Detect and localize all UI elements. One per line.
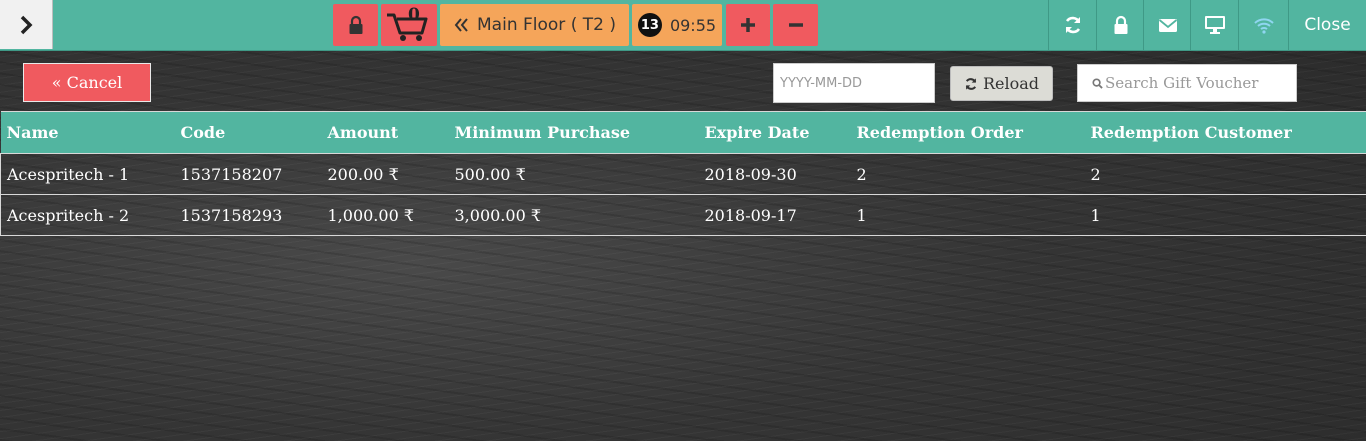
plus-icon: [741, 18, 755, 32]
monitor-icon: [1204, 16, 1225, 34]
refresh-icon: [1065, 16, 1080, 34]
cell-expire-date: 2018-09-30: [698, 153, 851, 195]
cell-redemption-order: 1: [850, 194, 1085, 236]
cell-code: 1537158207: [174, 153, 322, 195]
close-button[interactable]: Close: [1288, 0, 1366, 50]
menu-toggle-button[interactable]: [0, 0, 53, 49]
cancel-button[interactable]: « Cancel: [23, 63, 151, 102]
order-timer: 13 09:55: [632, 4, 722, 46]
column-header-code: Code: [174, 111, 322, 154]
cell-redemption-customer: 2: [1084, 153, 1366, 195]
lock-icon: [349, 15, 362, 34]
date-filter-input[interactable]: [773, 63, 935, 103]
cell-minimum-purchase: 3,000.00 ₹: [448, 194, 699, 236]
wifi-status: [1238, 0, 1288, 50]
search-input[interactable]: [1103, 68, 1288, 98]
column-header-redemption-order: Redemption Order: [850, 111, 1085, 154]
cell-name: Acespritech - 2: [0, 194, 175, 236]
cart-count: 0: [408, 5, 420, 25]
cell-redemption-customer: 1: [1084, 194, 1366, 236]
cell-minimum-purchase: 500.00 ₹: [448, 153, 699, 195]
lock-screen-button[interactable]: [333, 4, 378, 46]
gift-voucher-table: Name Code Amount Minimum Purchase Expire…: [0, 111, 1366, 236]
refresh-icon: [965, 77, 977, 90]
messages-button[interactable]: [1143, 0, 1191, 50]
minus-icon: [788, 23, 803, 27]
envelope-icon: [1158, 19, 1177, 32]
double-chevron-left-icon: [454, 18, 468, 32]
top-toolbar: 0 Main Floor ( T2 ) 13 09:55 Close: [0, 0, 1366, 51]
table-row[interactable]: Acespritech - 1 1537158207 200.00 ₹ 500.…: [0, 153, 1366, 195]
lock-icon: [1114, 15, 1127, 34]
chevron-right-icon: [20, 15, 33, 34]
cell-expire-date: 2018-09-17: [698, 194, 851, 236]
cell-code: 1537158293: [174, 194, 322, 236]
search-gift-voucher[interactable]: [1077, 64, 1297, 102]
remove-order-button[interactable]: [773, 4, 818, 46]
search-icon: [1092, 77, 1103, 89]
column-header-redemption-customer: Redemption Customer: [1084, 111, 1366, 154]
column-header-minimum-purchase: Minimum Purchase: [448, 111, 699, 154]
sync-button[interactable]: [1048, 0, 1096, 50]
reload-button[interactable]: Reload: [950, 66, 1053, 101]
cell-amount: 1,000.00 ₹: [321, 194, 449, 236]
cart-button[interactable]: 0: [381, 4, 437, 46]
cell-name: Acespritech - 1: [0, 153, 175, 195]
cell-redemption-order: 2: [850, 153, 1085, 195]
floor-label: Main Floor ( T2 ): [477, 15, 616, 35]
column-header-name: Name: [0, 111, 175, 154]
add-order-button[interactable]: [726, 4, 770, 46]
order-count-badge: 13: [637, 13, 662, 37]
timer-text: 09:55: [669, 15, 717, 35]
wifi-icon: [1253, 18, 1274, 34]
floor-selector-button[interactable]: Main Floor ( T2 ): [440, 4, 629, 46]
table-row[interactable]: Acespritech - 2 1537158293 1,000.00 ₹ 3,…: [0, 194, 1366, 236]
lock-button[interactable]: [1096, 0, 1144, 50]
customer-display-button[interactable]: [1190, 0, 1238, 50]
reload-label: Reload: [982, 74, 1040, 93]
column-header-expire-date: Expire Date: [698, 111, 851, 154]
cell-amount: 200.00 ₹: [321, 153, 449, 195]
table-header-row: Name Code Amount Minimum Purchase Expire…: [0, 111, 1366, 154]
column-header-amount: Amount: [321, 111, 449, 154]
